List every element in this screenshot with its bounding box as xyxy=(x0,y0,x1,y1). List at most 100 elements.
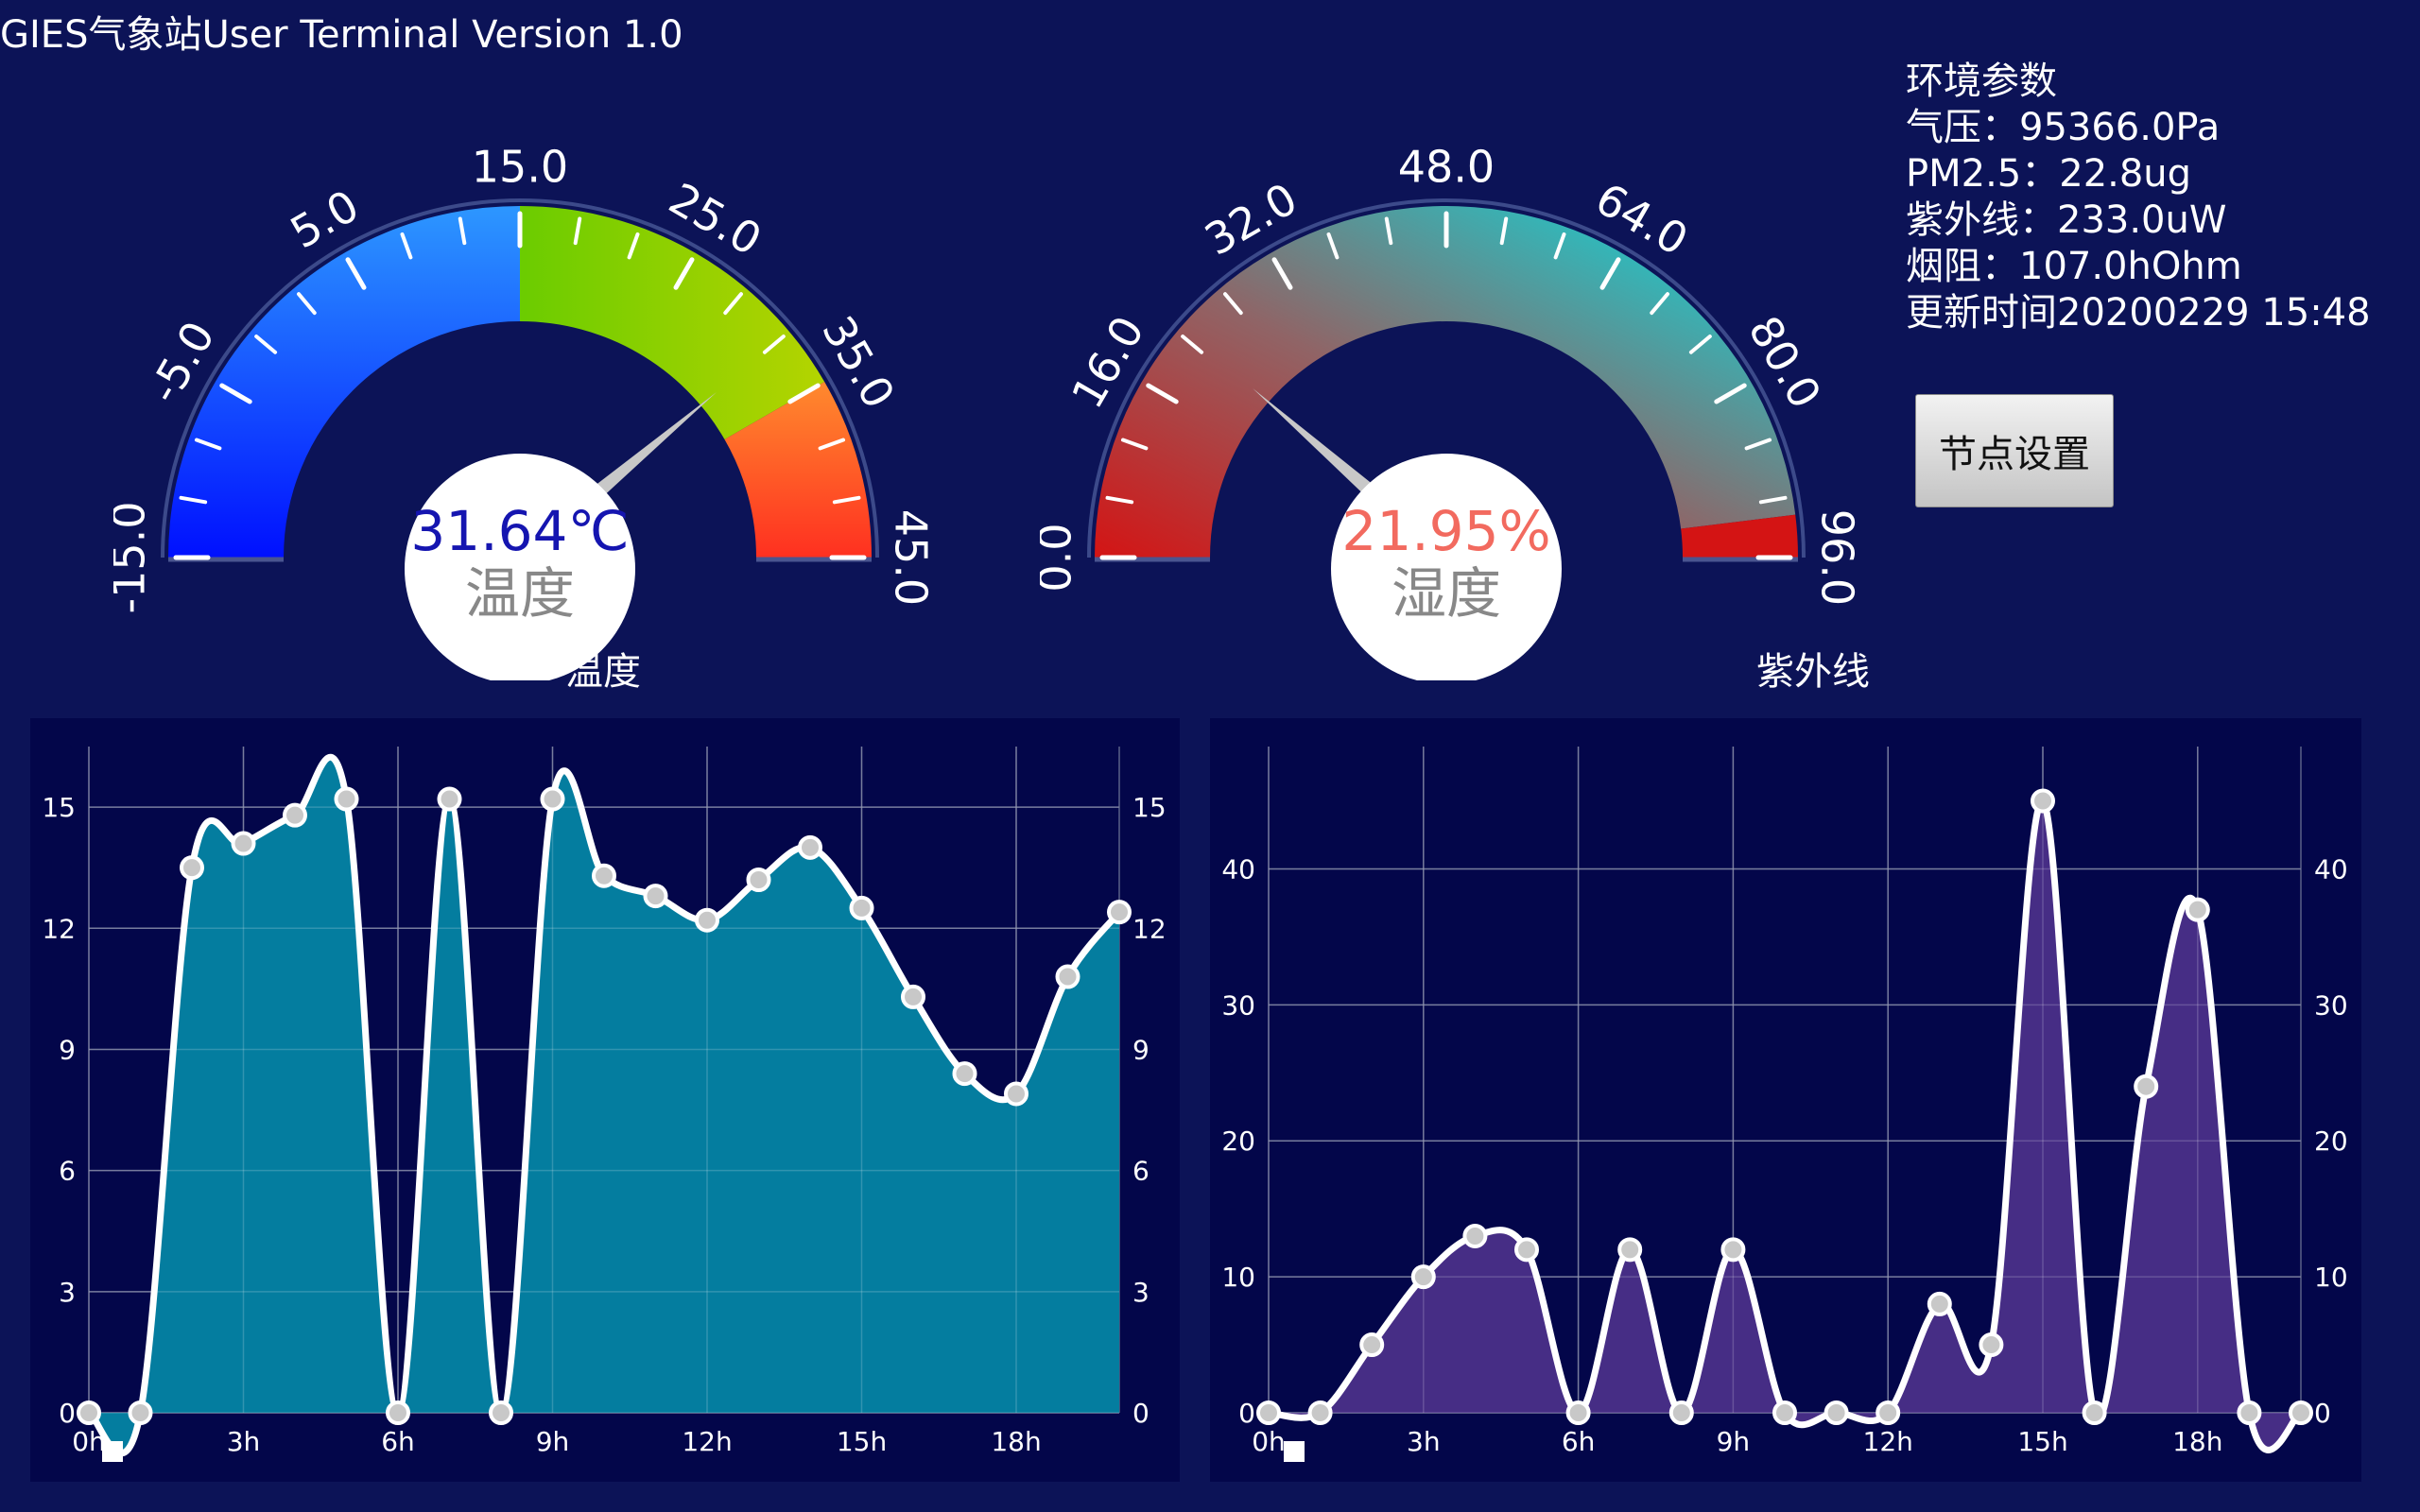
y-tick-label-right: 20 xyxy=(2314,1125,2348,1157)
x-tick-label: 9h xyxy=(1717,1426,1751,1457)
temperature-legend-marker xyxy=(102,1441,123,1462)
y-tick-label-left: 20 xyxy=(1221,1125,1255,1157)
y-tick-label-right: 6 xyxy=(1132,1156,1150,1187)
gauge-value: 21.95% xyxy=(1341,499,1550,563)
chart-point xyxy=(1410,1264,1436,1290)
gauge-tick-label: 48.0 xyxy=(1398,142,1495,193)
chart-point xyxy=(437,786,462,812)
y-tick-label-left: 10 xyxy=(1221,1262,1255,1293)
x-tick-label: 18h xyxy=(2172,1426,2222,1457)
x-tick-label: 0h xyxy=(1252,1426,1286,1457)
temperature-gauge-caption: 温度 xyxy=(565,650,641,694)
chart-point xyxy=(952,1061,977,1087)
y-tick-label-left: 12 xyxy=(42,913,76,944)
gauge-tick-label: 5.0 xyxy=(282,180,367,258)
x-tick-label: 6h xyxy=(1562,1426,1596,1457)
x-tick-label: 12h xyxy=(682,1426,732,1457)
chart-point xyxy=(1514,1237,1539,1263)
env-smoke: 烟阻：107.0hOhm xyxy=(1906,245,2242,288)
gauge-tick-label: 96.0 xyxy=(1812,509,1863,606)
y-tick-label-left: 40 xyxy=(1221,853,1255,885)
chart-point xyxy=(2134,1074,2159,1099)
environment-panel: 环境参数 气压：95366.0Pa PM2.5：22.8ug 紫外线：233.0… xyxy=(1906,59,2371,336)
chart-point xyxy=(77,1400,101,1425)
chart-point xyxy=(2082,1400,2107,1425)
y-tick-label-right: 15 xyxy=(1132,792,1167,823)
x-tick-label: 18h xyxy=(991,1426,1041,1457)
chart-point xyxy=(643,884,668,909)
chart-point xyxy=(1359,1332,1385,1358)
chart-point xyxy=(2289,1400,2313,1425)
chart-point xyxy=(1668,1400,1694,1425)
humidity-gauge: 0.016.032.048.064.080.096.021.95%湿度 xyxy=(1040,142,1863,680)
chart-point xyxy=(540,786,565,812)
chart-point xyxy=(1256,1400,1281,1425)
y-tick-label-left: 0 xyxy=(59,1398,76,1429)
y-tick-label-right: 3 xyxy=(1132,1277,1150,1308)
uv-gauge-caption: 紫外线 xyxy=(1756,650,1870,694)
chart-point xyxy=(283,802,307,828)
chart-point xyxy=(489,1400,513,1425)
chart-point xyxy=(1617,1237,1643,1263)
y-tick-label-right: 10 xyxy=(2314,1262,2348,1293)
chart-point xyxy=(695,907,719,933)
env-uv: 紫外线：233.0uW xyxy=(1906,198,2227,242)
chart-point xyxy=(901,984,925,1009)
gauge-value: 31.64℃ xyxy=(410,499,629,563)
chart-point xyxy=(1004,1081,1028,1107)
gauge-label: 温度 xyxy=(465,561,575,626)
y-tick-label-left: 15 xyxy=(42,792,76,823)
chart-point xyxy=(231,831,256,856)
gauge-label: 湿度 xyxy=(1392,561,1501,626)
chart-point xyxy=(1824,1400,1849,1425)
chart-point xyxy=(334,786,359,812)
env-pm25: PM2.5：22.8ug xyxy=(1906,152,2192,196)
y-tick-label-right: 0 xyxy=(2314,1398,2331,1429)
gauge-tick-label: -15.0 xyxy=(113,501,155,613)
x-tick-label: 0h xyxy=(72,1426,106,1457)
y-tick-label-right: 30 xyxy=(2314,989,2348,1021)
chart-point xyxy=(2237,1400,2262,1425)
chart-point xyxy=(2031,788,2055,814)
temperature-chart: 0 0 3 3 6 6 9 9 12 12 15 15 0h 3h 6h 9h 12h 15h 18h xyxy=(30,718,1180,1482)
chart-point xyxy=(1462,1223,1488,1248)
uv-legend-marker xyxy=(1284,1441,1305,1462)
chart-point xyxy=(798,834,822,860)
chart-point xyxy=(592,863,616,888)
chart-point xyxy=(1876,1400,1901,1425)
y-tick-label-left: 3 xyxy=(59,1277,76,1308)
uv-chart: 0 0 10 10 20 20 30 30 40 40 0h 3h 6h 9h 12h 15h 18h xyxy=(1210,718,2361,1482)
chart-point xyxy=(1307,1400,1333,1425)
temperature-gauge: -15.0-5.05.015.025.035.045.031.64℃温度 xyxy=(113,142,937,680)
gauge-tick-label: 0.0 xyxy=(1040,523,1081,592)
env-heading: 环境参数 xyxy=(1906,60,2057,103)
chart-point xyxy=(1979,1332,2004,1358)
chart-point xyxy=(1927,1291,1952,1316)
chart-point xyxy=(1107,900,1132,925)
env-pressure: 气压：95366.0Pa xyxy=(1906,106,2221,149)
y-tick-label-right: 0 xyxy=(1132,1398,1150,1429)
chart-point xyxy=(386,1400,410,1425)
x-tick-label: 15h xyxy=(837,1426,887,1457)
chart-point xyxy=(1720,1237,1746,1263)
x-tick-label: 12h xyxy=(1863,1426,1913,1457)
y-tick-label-left: 0 xyxy=(1238,1398,1255,1429)
gauge-tick-label: 15.0 xyxy=(472,142,568,193)
node-settings-button[interactable]: 节点设置 xyxy=(1915,394,2114,507)
gauge-band-mild xyxy=(520,206,825,439)
chart-point xyxy=(128,1400,153,1425)
chart-point xyxy=(1772,1400,1797,1425)
env-updated: 更新时间20200229 15:48 xyxy=(1906,291,2371,335)
chart-point xyxy=(849,895,874,920)
chart-point xyxy=(1055,964,1080,989)
chart-point xyxy=(180,855,204,881)
y-tick-label-left: 9 xyxy=(59,1034,76,1065)
y-tick-label-left: 6 xyxy=(59,1156,76,1187)
y-tick-label-right: 12 xyxy=(1132,913,1167,944)
x-tick-label: 9h xyxy=(536,1426,570,1457)
y-tick-label-right: 9 xyxy=(1132,1034,1150,1065)
app-title: GIES气象站User Terminal Version 1.0 xyxy=(0,13,683,57)
chart-point xyxy=(746,868,771,892)
chart-point xyxy=(2185,897,2210,922)
x-tick-label: 3h xyxy=(227,1426,261,1457)
